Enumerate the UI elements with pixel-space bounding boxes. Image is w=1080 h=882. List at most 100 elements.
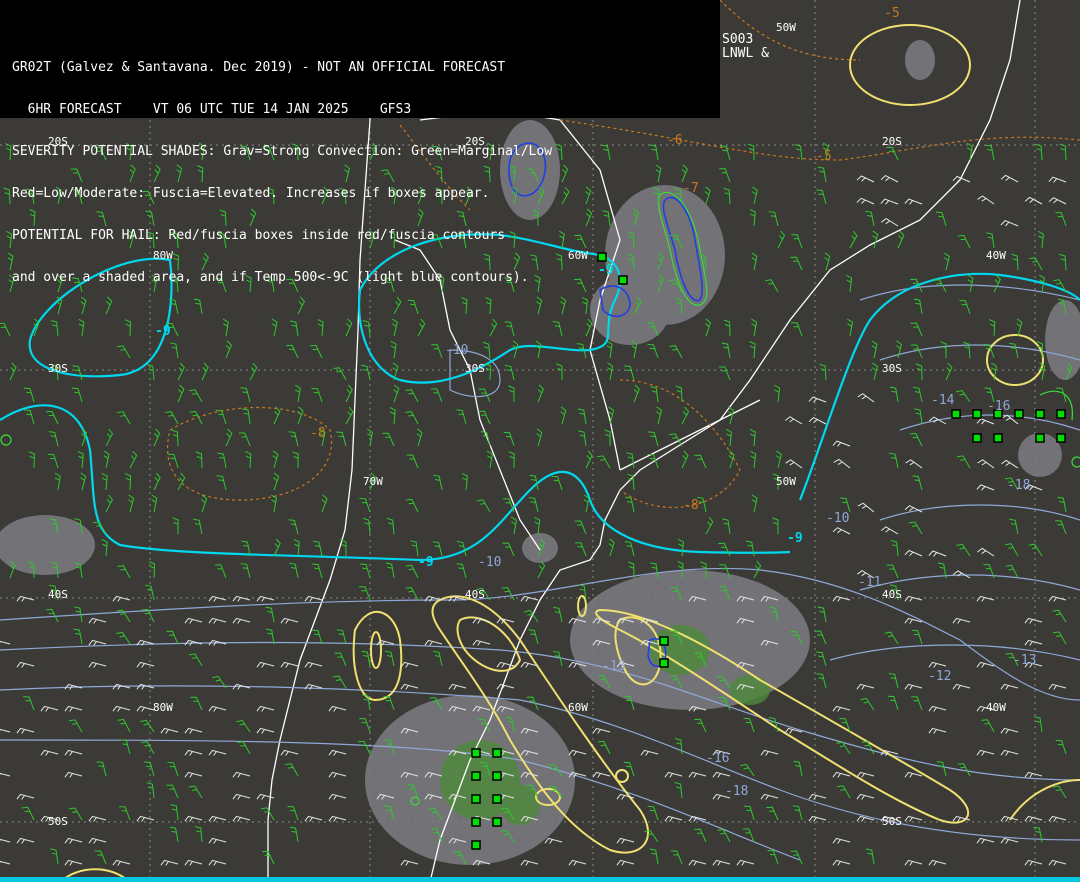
hail-box [1056,409,1066,419]
wind-barb [160,727,179,734]
wind-barb [808,416,827,425]
wind-barb [832,771,851,778]
wind-barb [208,749,227,756]
wind-barb [361,650,371,667]
wind-barb [432,541,443,557]
wind-barb [625,496,635,513]
corner-run-label: S003 LNWL & [722,33,769,61]
wind-barb [184,771,203,778]
lon-label-50w-north: 50W [776,21,796,34]
wind-barb [985,144,995,161]
wind-barb [0,728,11,733]
wind-barb [784,727,803,734]
wind-barb [817,166,827,183]
wind-barb [64,705,83,712]
wind-barb [766,806,779,821]
wind-barb [1052,631,1067,645]
wind-barb [694,718,707,733]
wind-barb [959,300,971,315]
wind-barb [336,629,347,645]
wind-barb [68,719,83,733]
wind-barb [832,527,851,535]
wind-barb [860,697,875,711]
wind-barb [1024,859,1043,866]
wind-barb [553,606,563,623]
wind-barb [674,782,683,799]
wind-barb [280,661,299,668]
wind-barb [743,717,755,733]
wind-barb [393,384,400,403]
wind-barb [208,837,227,844]
contour-label-minus18-east: -18 [1007,478,1030,493]
wind-barb [170,804,179,821]
wind-barb [749,341,756,359]
wind-barb [405,411,419,425]
wind-barb [816,189,827,205]
wind-barb [904,771,923,778]
wind-barb [40,705,59,712]
wind-barb [124,473,132,491]
wind-barb [574,520,587,535]
contour-label-minus9-west: -9 [155,324,171,339]
lon-label-60w-south: 60W [568,701,588,714]
wind-barb [237,741,251,755]
wind-barb [936,761,947,777]
wind-barb [294,384,301,403]
wind-barb [624,541,635,557]
contour-label-minus18-south: -18 [725,784,748,799]
wind-barb [287,806,299,821]
wind-barb [989,319,996,337]
wind-barb [386,517,395,535]
wind-barb [751,318,758,337]
wind-barb [928,705,947,712]
wind-barb [832,859,851,866]
wind-barb [575,542,587,557]
wind-barb [385,650,395,667]
hail-box [1035,433,1045,443]
wind-barb [24,409,35,425]
wind-barb [688,859,707,866]
contour-label-minus13-center: -13 [602,659,625,674]
wind-barb [578,430,587,447]
wind-barb [760,793,779,800]
lat-label-40s-west: 40S [48,588,68,601]
lon-label-80w-south: 80W [153,701,173,714]
wind-barb [520,595,539,602]
wind-barb [904,815,923,822]
wind-barb [1016,318,1023,337]
wind-barb [311,388,323,403]
wind-barb [16,595,35,602]
wind-barb [905,459,923,469]
wind-barb [94,850,107,865]
hail-box [471,817,481,827]
wind-barb [88,661,107,668]
wind-barb [767,850,779,865]
wind-barb [705,516,714,535]
wind-barb [245,451,252,469]
contour-label-minus10-center: -10 [478,555,501,570]
wind-barb [694,828,707,843]
wind-barb [256,595,275,602]
lat-label-20s-east: 20S [882,135,902,148]
wind-barb [405,587,419,601]
wind-barb [904,549,923,557]
wind-barb [222,318,229,337]
wind-barb [6,230,13,249]
wind-barb [1052,785,1067,799]
wind-barb [153,428,161,447]
wind-barb [647,453,659,469]
wind-barb [952,683,971,690]
wind-barb [273,472,280,491]
wind-barb [1035,143,1043,161]
wind-barb [201,362,209,381]
wind-barb [48,431,59,447]
wind-barb [956,389,971,403]
wind-barb [167,762,179,777]
wind-barb [73,628,83,645]
wind-barb [816,673,827,689]
wind-barb [0,322,11,337]
wind-barb [50,320,59,337]
hail-box [471,794,481,804]
wind-barb [160,859,179,866]
wind-barb [317,318,324,337]
